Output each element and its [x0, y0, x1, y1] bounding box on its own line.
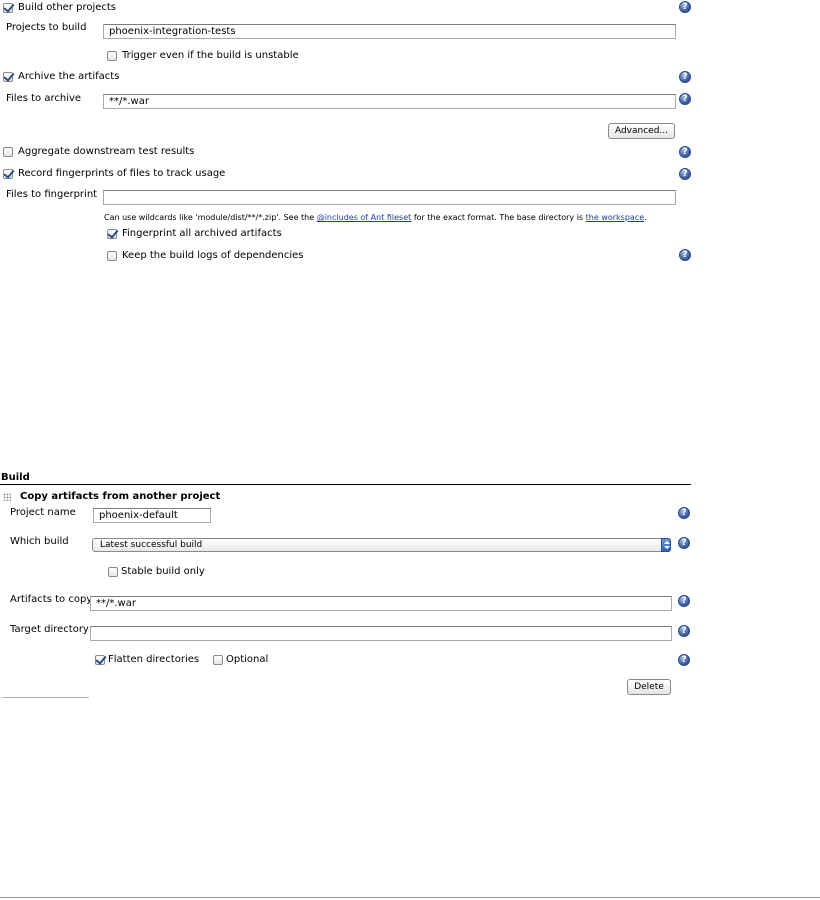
optional-checkbox[interactable]: [213, 655, 223, 665]
record-fingerprints-label: Record fingerprints of files to track us…: [18, 168, 226, 179]
target-directory-label: Target directory: [10, 624, 89, 635]
which-build-label: Which build: [10, 536, 69, 547]
flatten-label: Flatten directories: [108, 654, 200, 665]
delete-button[interactable]: Delete: [627, 679, 671, 695]
project-name-input[interactable]: phoenix-default: [93, 508, 211, 523]
project-name-label: Project name: [10, 507, 76, 518]
hint-text: Can use wildcards like 'module/dist/**/*…: [104, 213, 317, 222]
build-other-projects-label: Build other projects: [18, 2, 117, 13]
chevron-updown-icon: [661, 538, 671, 552]
help-icon[interactable]: ?: [678, 625, 690, 637]
artifacts-to-copy-input[interactable]: **/*.war: [90, 596, 672, 611]
section-divider: [0, 484, 691, 485]
help-icon[interactable]: ?: [678, 654, 690, 666]
target-directory-input[interactable]: [90, 626, 672, 641]
optional-label: Optional: [226, 654, 269, 665]
help-icon[interactable]: ?: [679, 146, 691, 158]
trigger-unstable-label: Trigger even if the build is unstable: [122, 50, 299, 61]
projects-to-build-input[interactable]: phoenix-integration-tests: [103, 24, 676, 39]
help-icon[interactable]: ?: [678, 507, 690, 519]
help-icon[interactable]: ?: [679, 71, 691, 83]
stable-only-checkbox[interactable]: [108, 567, 118, 577]
hint-text: for the exact format. The base directory…: [411, 213, 586, 222]
trigger-unstable-checkbox[interactable]: [107, 51, 117, 61]
fingerprint-archived-checkbox[interactable]: [107, 229, 117, 239]
help-icon[interactable]: ?: [679, 168, 691, 180]
ant-fileset-link[interactable]: @includes of Ant fileset: [317, 213, 412, 222]
fingerprint-archived-label: Fingerprint all archived artifacts: [122, 228, 282, 239]
files-to-archive-label: Files to archive: [6, 93, 82, 104]
drag-handle-icon[interactable]: [3, 493, 11, 501]
files-to-archive-input[interactable]: **/*.war: [103, 94, 676, 109]
copy-artifacts-title: Copy artifacts from another project: [20, 491, 221, 502]
archive-artifacts-label: Archive the artifacts: [18, 71, 120, 82]
help-icon[interactable]: ?: [679, 93, 691, 105]
aggregate-results-label: Aggregate downstream test results: [18, 146, 195, 157]
which-build-selected: Latest successful build: [100, 540, 203, 550]
help-icon[interactable]: ?: [678, 537, 690, 549]
wildcard-hint: Can use wildcards like 'module/dist/**/*…: [104, 213, 647, 222]
which-build-select[interactable]: Latest successful build: [92, 538, 671, 552]
artifacts-to-copy-label: Artifacts to copy: [10, 594, 93, 605]
files-to-fingerprint-input[interactable]: [103, 190, 676, 205]
projects-to-build-label: Projects to build: [6, 22, 87, 33]
build-other-projects-checkbox[interactable]: [3, 3, 13, 13]
files-to-fingerprint-label: Files to fingerprint: [6, 189, 98, 200]
help-icon[interactable]: ?: [679, 249, 691, 261]
help-icon[interactable]: ?: [679, 1, 691, 13]
archive-artifacts-checkbox[interactable]: [3, 72, 13, 82]
bottom-border: [0, 897, 820, 898]
hint-text: .: [644, 213, 647, 222]
stable-only-label: Stable build only: [121, 566, 205, 577]
record-fingerprints-checkbox[interactable]: [3, 169, 13, 179]
keep-build-logs-label: Keep the build logs of dependencies: [122, 250, 304, 261]
build-section-title: Build: [1, 472, 30, 483]
workspace-link[interactable]: the workspace: [586, 213, 645, 222]
aggregate-results-checkbox[interactable]: [3, 147, 13, 157]
keep-build-logs-checkbox[interactable]: [107, 251, 117, 261]
advanced-button[interactable]: Advanced...: [608, 123, 675, 139]
help-icon[interactable]: ?: [678, 595, 690, 607]
step-separator: [2, 697, 89, 698]
flatten-checkbox[interactable]: [95, 655, 105, 665]
